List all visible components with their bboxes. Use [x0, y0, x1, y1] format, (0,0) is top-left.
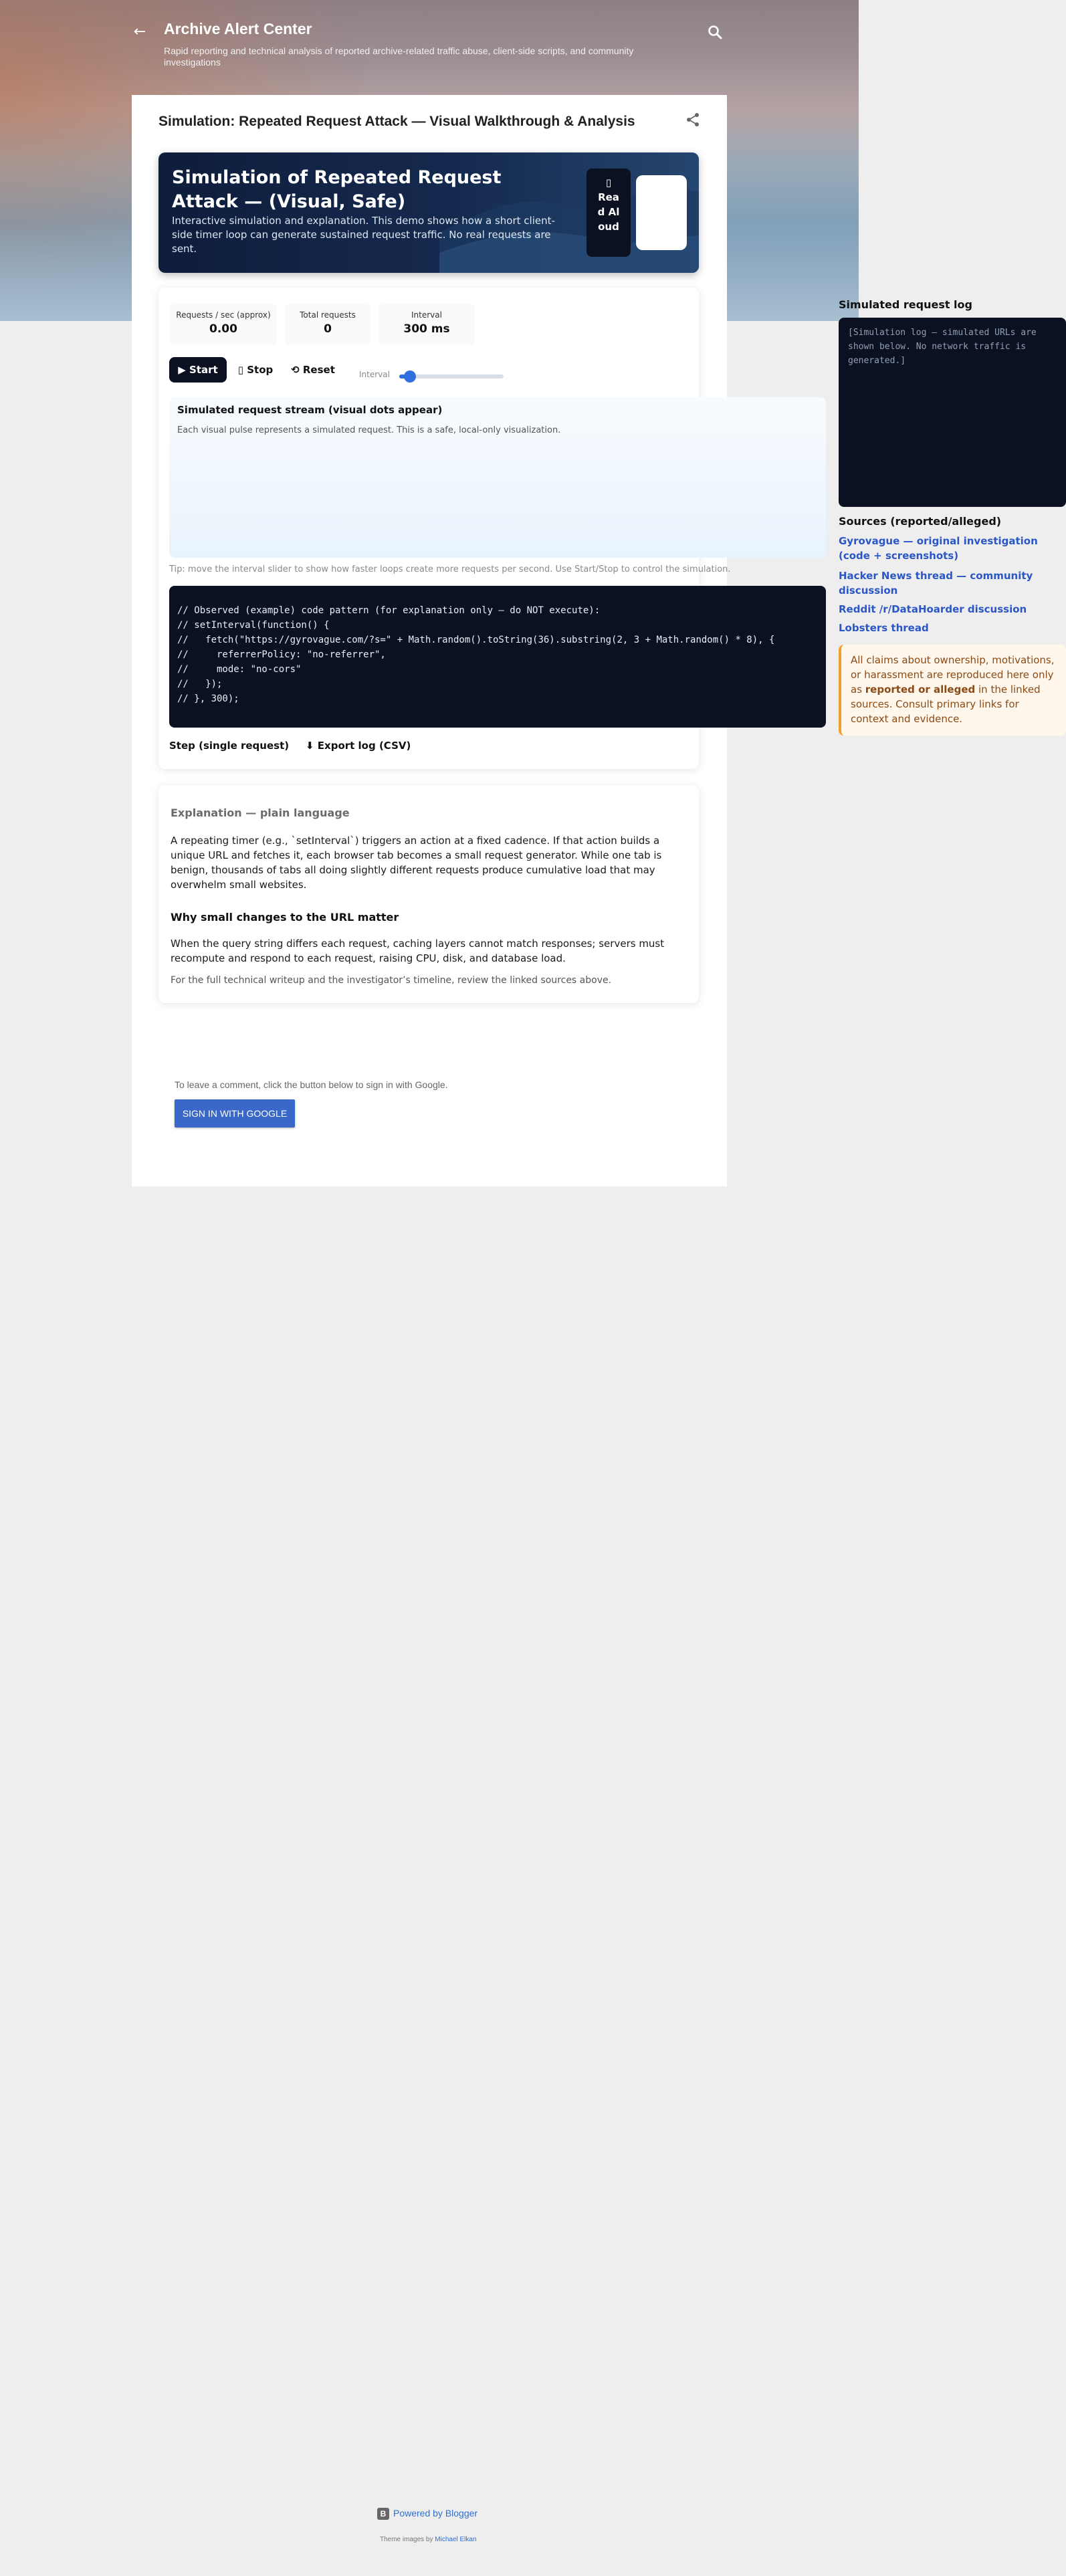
code-line: // mode: "no-cors" — [177, 664, 302, 675]
stop-button[interactable]: ▯ Stop — [232, 357, 279, 383]
interval-slider-thumb[interactable] — [403, 370, 416, 383]
site-title[interactable]: Archive Alert Center — [164, 20, 312, 38]
request-stream-area: Simulated request stream (visual dots ap… — [169, 397, 826, 558]
explanation-heading: Explanation — plain language — [171, 807, 350, 819]
log-title: Simulated request log — [839, 298, 972, 311]
search-icon[interactable] — [706, 23, 724, 41]
interval-stat-label: Interval — [411, 310, 442, 320]
source-link-hacker-news[interactable]: Hacker News thread — community discussio… — [839, 568, 1059, 598]
code-line: // }, 300); — [177, 693, 239, 704]
code-line: // setInterval(function() { — [177, 620, 330, 631]
stream-description: Each visual pulse represents a simulated… — [177, 425, 561, 435]
share-icon[interactable] — [684, 111, 702, 128]
total-value: 0 — [324, 322, 332, 336]
post-title: Simulation: Repeated Request Attack — Vi… — [158, 114, 635, 129]
post-container: Simulation: Repeated Request Attack — Vi… — [132, 95, 826, 1186]
theme-credit: Theme images by Michael Elkan — [380, 2536, 477, 2543]
rps-label: Requests / sec (approx) — [176, 310, 271, 320]
source-link-gyrovague[interactable]: Gyrovague — original investigation (code… — [839, 534, 1059, 563]
code-line: // referrerPolicy: "no-referrer", — [177, 649, 386, 660]
interval-slider-label: Interval — [359, 370, 390, 379]
code-line: // }); — [177, 679, 223, 689]
disclaimer-box: All claims about ownership, motivations,… — [839, 645, 1066, 736]
powered-by-label: Powered by Blogger — [393, 2508, 478, 2518]
banner-title: Simulation of Repeated Request Attack — … — [172, 167, 502, 212]
explanation-section: Explanation — plain language A repeating… — [158, 785, 699, 1003]
explanation-subheading: Why small changes to the URL matter — [171, 911, 399, 924]
source-link-reddit[interactable]: Reddit /r/DataHoarder discussion — [839, 602, 1059, 617]
interval-slider[interactable] — [399, 370, 504, 383]
code-block: // Observed (example) code pattern (for … — [169, 586, 826, 728]
explanation-note: For the full technical writeup and the i… — [171, 975, 612, 986]
explanation-paragraph: A repeating timer (e.g., `setInterval`) … — [171, 835, 662, 891]
speaker-icon: ▯ — [605, 177, 612, 189]
read-aloud-label: Read Aloud — [597, 191, 620, 233]
theme-author-link[interactable]: Michael Elkan — [435, 2536, 476, 2543]
disclaimer-emphasis: reported or alleged — [865, 683, 976, 695]
stream-title: Simulated request stream (visual dots ap… — [177, 404, 443, 416]
total-stat: Total requests 0 — [284, 304, 371, 345]
simulation-tip: Tip: move the interval slider to show ho… — [169, 564, 731, 574]
rps-stat: Requests / sec (approx) 0.00 — [169, 304, 278, 345]
sign-in-with-google-button[interactable]: SIGN IN WITH GOOGLE — [175, 1099, 295, 1128]
banner-description: Interactive simulation and explanation. … — [172, 215, 555, 255]
theme-credit-prefix: Theme images by — [380, 2536, 433, 2543]
start-button[interactable]: ▶ Start — [169, 357, 227, 383]
sources-title: Sources (reported/alleged) — [839, 515, 1002, 528]
step-button[interactable]: Step (single request) — [169, 740, 289, 752]
source-link-lobsters[interactable]: Lobsters thread — [839, 621, 1059, 635]
blogger-icon: B — [377, 2508, 389, 2520]
read-aloud-button[interactable]: ▯ Read Aloud — [587, 169, 631, 257]
powered-by-blogger-link[interactable]: B Powered by Blogger — [377, 2508, 477, 2520]
simulation-panel: Requests / sec (approx) 0.00 Total reque… — [158, 288, 826, 769]
comment-instructions: To leave a comment, click the button bel… — [175, 1079, 448, 1090]
reset-button[interactable]: ⟲ Reset — [284, 357, 342, 383]
explanation-paragraph-2: When the query string differs each reque… — [171, 938, 665, 964]
simulation-banner: Simulation of Repeated Request Attack — … — [158, 152, 699, 273]
total-label: Total requests — [300, 310, 356, 320]
code-line: // fetch("https://gyrovague.com/?s=" + M… — [177, 635, 775, 645]
interval-stat: Interval 300 ms — [378, 304, 475, 345]
blog-header: ← Archive Alert Center Rapid reporting a… — [132, 19, 734, 72]
code-line: // Observed (example) code pattern (for … — [177, 605, 601, 616]
site-description: Rapid reporting and technical analysis o… — [164, 45, 634, 68]
banner-image-placeholder — [636, 175, 687, 250]
simulated-request-log: [Simulation log — simulated URLs are sho… — [839, 318, 1066, 507]
export-log-button[interactable]: ⬇ Export log (CSV) — [306, 740, 411, 752]
arrow-left-icon[interactable]: ← — [132, 24, 148, 40]
interval-stat-value: 300 ms — [403, 322, 450, 336]
rps-value: 0.00 — [209, 322, 237, 336]
